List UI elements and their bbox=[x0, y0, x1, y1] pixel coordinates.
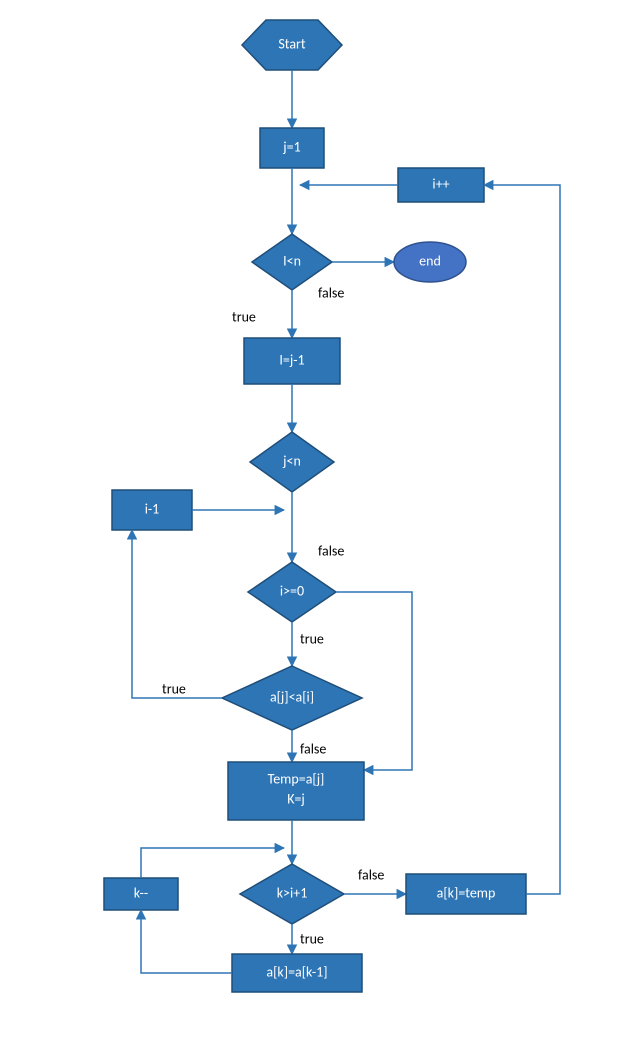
label-ajai-true: true bbox=[162, 680, 186, 697]
label-i-minus-1: i-1 bbox=[145, 500, 160, 517]
label-cond-ige0: i>=0 bbox=[280, 582, 304, 599]
label-jn-false: false bbox=[318, 542, 344, 559]
label-ige0-true: true bbox=[300, 630, 324, 647]
label-temp-2: K=j bbox=[287, 790, 305, 807]
label-init-j: j=1 bbox=[282, 138, 300, 155]
label-kdec: k-- bbox=[134, 884, 148, 901]
edge-kdec-loop bbox=[141, 848, 284, 878]
label-ak-temp: a[k]=temp bbox=[437, 884, 496, 901]
label-In-true: true bbox=[232, 308, 256, 325]
edge-ige0-false bbox=[336, 592, 412, 770]
label-start: Start bbox=[278, 35, 306, 52]
flowchart-canvas: Start j=1 i++ I<n false end true I=j-1 j… bbox=[0, 0, 644, 1048]
edge-akkm1-to-kdec bbox=[141, 910, 232, 973]
label-end: end bbox=[419, 252, 441, 269]
label-assign-Ij: I=j-1 bbox=[279, 351, 304, 368]
label-cond-kgt: k>i+1 bbox=[277, 884, 308, 901]
edge-ajai-true bbox=[132, 530, 222, 698]
label-ajai-false: false bbox=[300, 740, 326, 757]
label-kgt-false: false bbox=[358, 866, 384, 883]
edge-aktemp-to-inci bbox=[484, 185, 560, 894]
label-inc-i: i++ bbox=[432, 175, 449, 192]
label-In-false: false bbox=[318, 284, 344, 301]
label-cond-aj-ai: a[j]<a[i] bbox=[270, 688, 314, 705]
label-ak-km1: a[k]=a[k-1] bbox=[266, 963, 327, 980]
label-cond-In: I<n bbox=[283, 252, 301, 269]
label-kgt-true: true bbox=[300, 930, 324, 947]
label-cond-jn: j<n bbox=[282, 452, 301, 469]
label-temp-1: Temp=a[j] bbox=[268, 770, 325, 787]
